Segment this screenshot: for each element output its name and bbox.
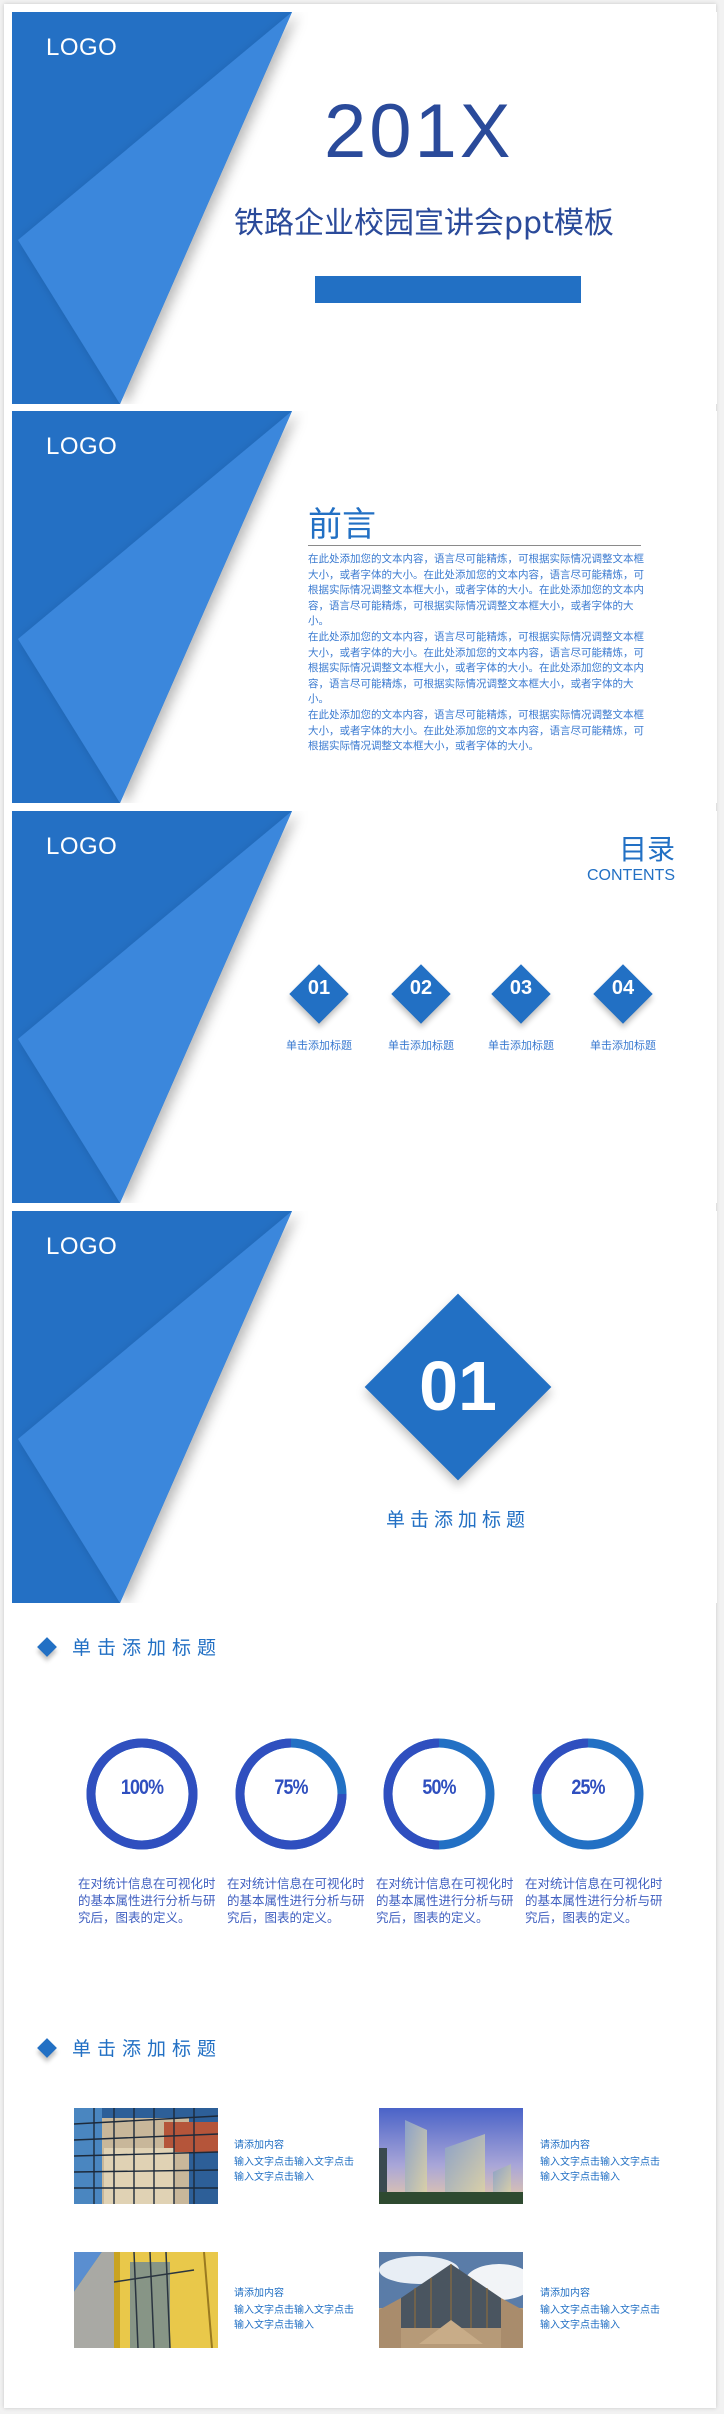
toc-label: 单击添加标题 <box>590 1039 656 1052</box>
card-body: 输入文字点击输入文字点击输入文字点击输入 <box>540 2305 660 2331</box>
card-body: 输入文字点击输入文字点击输入文字点击输入 <box>540 2157 660 2183</box>
cover-accent-bar <box>315 276 581 303</box>
gallery-heading: 单击添加标题 <box>37 2034 223 2061</box>
toc-label: 单击添加标题 <box>388 1039 454 1052</box>
donut-chart-3: 50% <box>381 1736 497 1852</box>
slide-preface[interactable]: LOGO 前言 在此处添加您的文本内容，语言尽可能精炼，可根据实际情况调整文本框… <box>12 411 717 803</box>
building-photo-icon <box>379 2108 523 2204</box>
toc-number: 02 <box>409 977 433 999</box>
photo-glass-facade[interactable] <box>74 2108 218 2204</box>
logo: LOGO <box>46 34 118 61</box>
section-heading-text: 单击添加标题 <box>72 2038 223 2060</box>
toc-item-3[interactable]: 03 单击添加标题 <box>466 963 576 1053</box>
slide-contents[interactable]: LOGO 目录 CONTENTS 01 单击添加标题 02 单击添加标题 03 … <box>12 811 717 1203</box>
donut-chart-2: 75% <box>233 1736 349 1852</box>
logo: LOGO <box>46 1233 118 1260</box>
logo: LOGO <box>46 433 118 460</box>
building-photo-icon <box>74 2108 218 2204</box>
title-divider <box>308 545 641 546</box>
toc-number: 04 <box>611 977 635 999</box>
donut-value-label: 25% <box>571 1776 605 1799</box>
section-number: 01 <box>419 1347 497 1425</box>
cover-year: 201X <box>324 89 514 174</box>
stats-heading: 单击添加标题 <box>37 1633 223 1660</box>
preface-title: 前言 <box>308 505 376 545</box>
toc-label: 单击添加标题 <box>488 1039 554 1052</box>
photo-office-towers[interactable] <box>379 2108 523 2204</box>
preface-body: 在此处添加您的文本内容，语言尽可能精炼，可根据实际情况调整文本框大小，或者字体的… <box>308 552 644 755</box>
building-photo-icon <box>74 2252 218 2348</box>
toc-item-1[interactable]: 01 单击添加标题 <box>264 963 374 1053</box>
photo-glass-pyramid[interactable] <box>379 2252 523 2348</box>
slide-section[interactable]: LOGO 01 单击添加标题 <box>12 1211 717 1603</box>
stat-description: 在对统计信息在可视化时的基本属性进行分析与研究后，图表的定义。 <box>525 1876 663 1925</box>
logo: LOGO <box>46 833 118 860</box>
building-photo-icon <box>379 2252 523 2348</box>
toc-item-4[interactable]: 04 单击添加标题 <box>568 963 678 1053</box>
section-heading-text: 单击添加标题 <box>72 1637 223 1659</box>
photo-yellow-facade[interactable] <box>74 2252 218 2348</box>
donut-value-label: 75% <box>274 1776 308 1799</box>
cover-subtitle: 铁路企业校园宣讲会ppt模板 <box>234 206 614 241</box>
preface-paragraph: 在此处添加您的文本内容，语言尽可能精炼，可根据实际情况调整文本框大小，或者字体的… <box>308 630 644 706</box>
card-title: 请添加内容 <box>540 2288 590 2299</box>
stat-description: 在对统计信息在可视化时的基本属性进行分析与研究后，图表的定义。 <box>227 1876 365 1925</box>
card-title: 请添加内容 <box>234 2140 284 2151</box>
card-body: 输入文字点击输入文字点击输入文字点击输入 <box>234 2157 354 2183</box>
toc-label: 单击添加标题 <box>286 1039 352 1052</box>
stat-description: 在对统计信息在可视化时的基本属性进行分析与研究后，图表的定义。 <box>78 1876 216 1925</box>
stat-description: 在对统计信息在可视化时的基本属性进行分析与研究后，图表的定义。 <box>376 1876 514 1925</box>
section-label: 单击添加标题 <box>385 1509 530 1531</box>
donut-value-label: 100% <box>120 1776 164 1799</box>
diamond-bullet-icon <box>37 2037 57 2058</box>
toc-item-2[interactable]: 02 单击添加标题 <box>366 963 476 1053</box>
geometric-background <box>12 1211 292 1603</box>
slide-cover[interactable]: LOGO 201X 铁路企业校园宣讲会ppt模板 <box>12 12 717 404</box>
donut-chart-1: 100% <box>84 1736 200 1852</box>
donut-chart-4: 25% <box>530 1736 646 1852</box>
contents-title: 目录 <box>618 833 675 866</box>
preface-paragraph: 在此处添加您的文本内容，语言尽可能精炼，可根据实际情况调整文本框大小，或者字体的… <box>308 708 644 753</box>
card-title: 请添加内容 <box>234 2288 284 2299</box>
donut-value-label: 50% <box>422 1776 456 1799</box>
diamond-bullet-icon <box>37 1636 57 1657</box>
contents-subtitle: CONTENTS <box>587 867 675 884</box>
toc-number: 03 <box>509 977 533 999</box>
card-body: 输入文字点击输入文字点击输入文字点击输入 <box>234 2305 354 2331</box>
toc-number: 01 <box>307 977 331 999</box>
card-title: 请添加内容 <box>540 2140 590 2151</box>
preface-paragraph: 在此处添加您的文本内容，语言尽可能精炼，可根据实际情况调整文本框大小，或者字体的… <box>308 553 644 628</box>
